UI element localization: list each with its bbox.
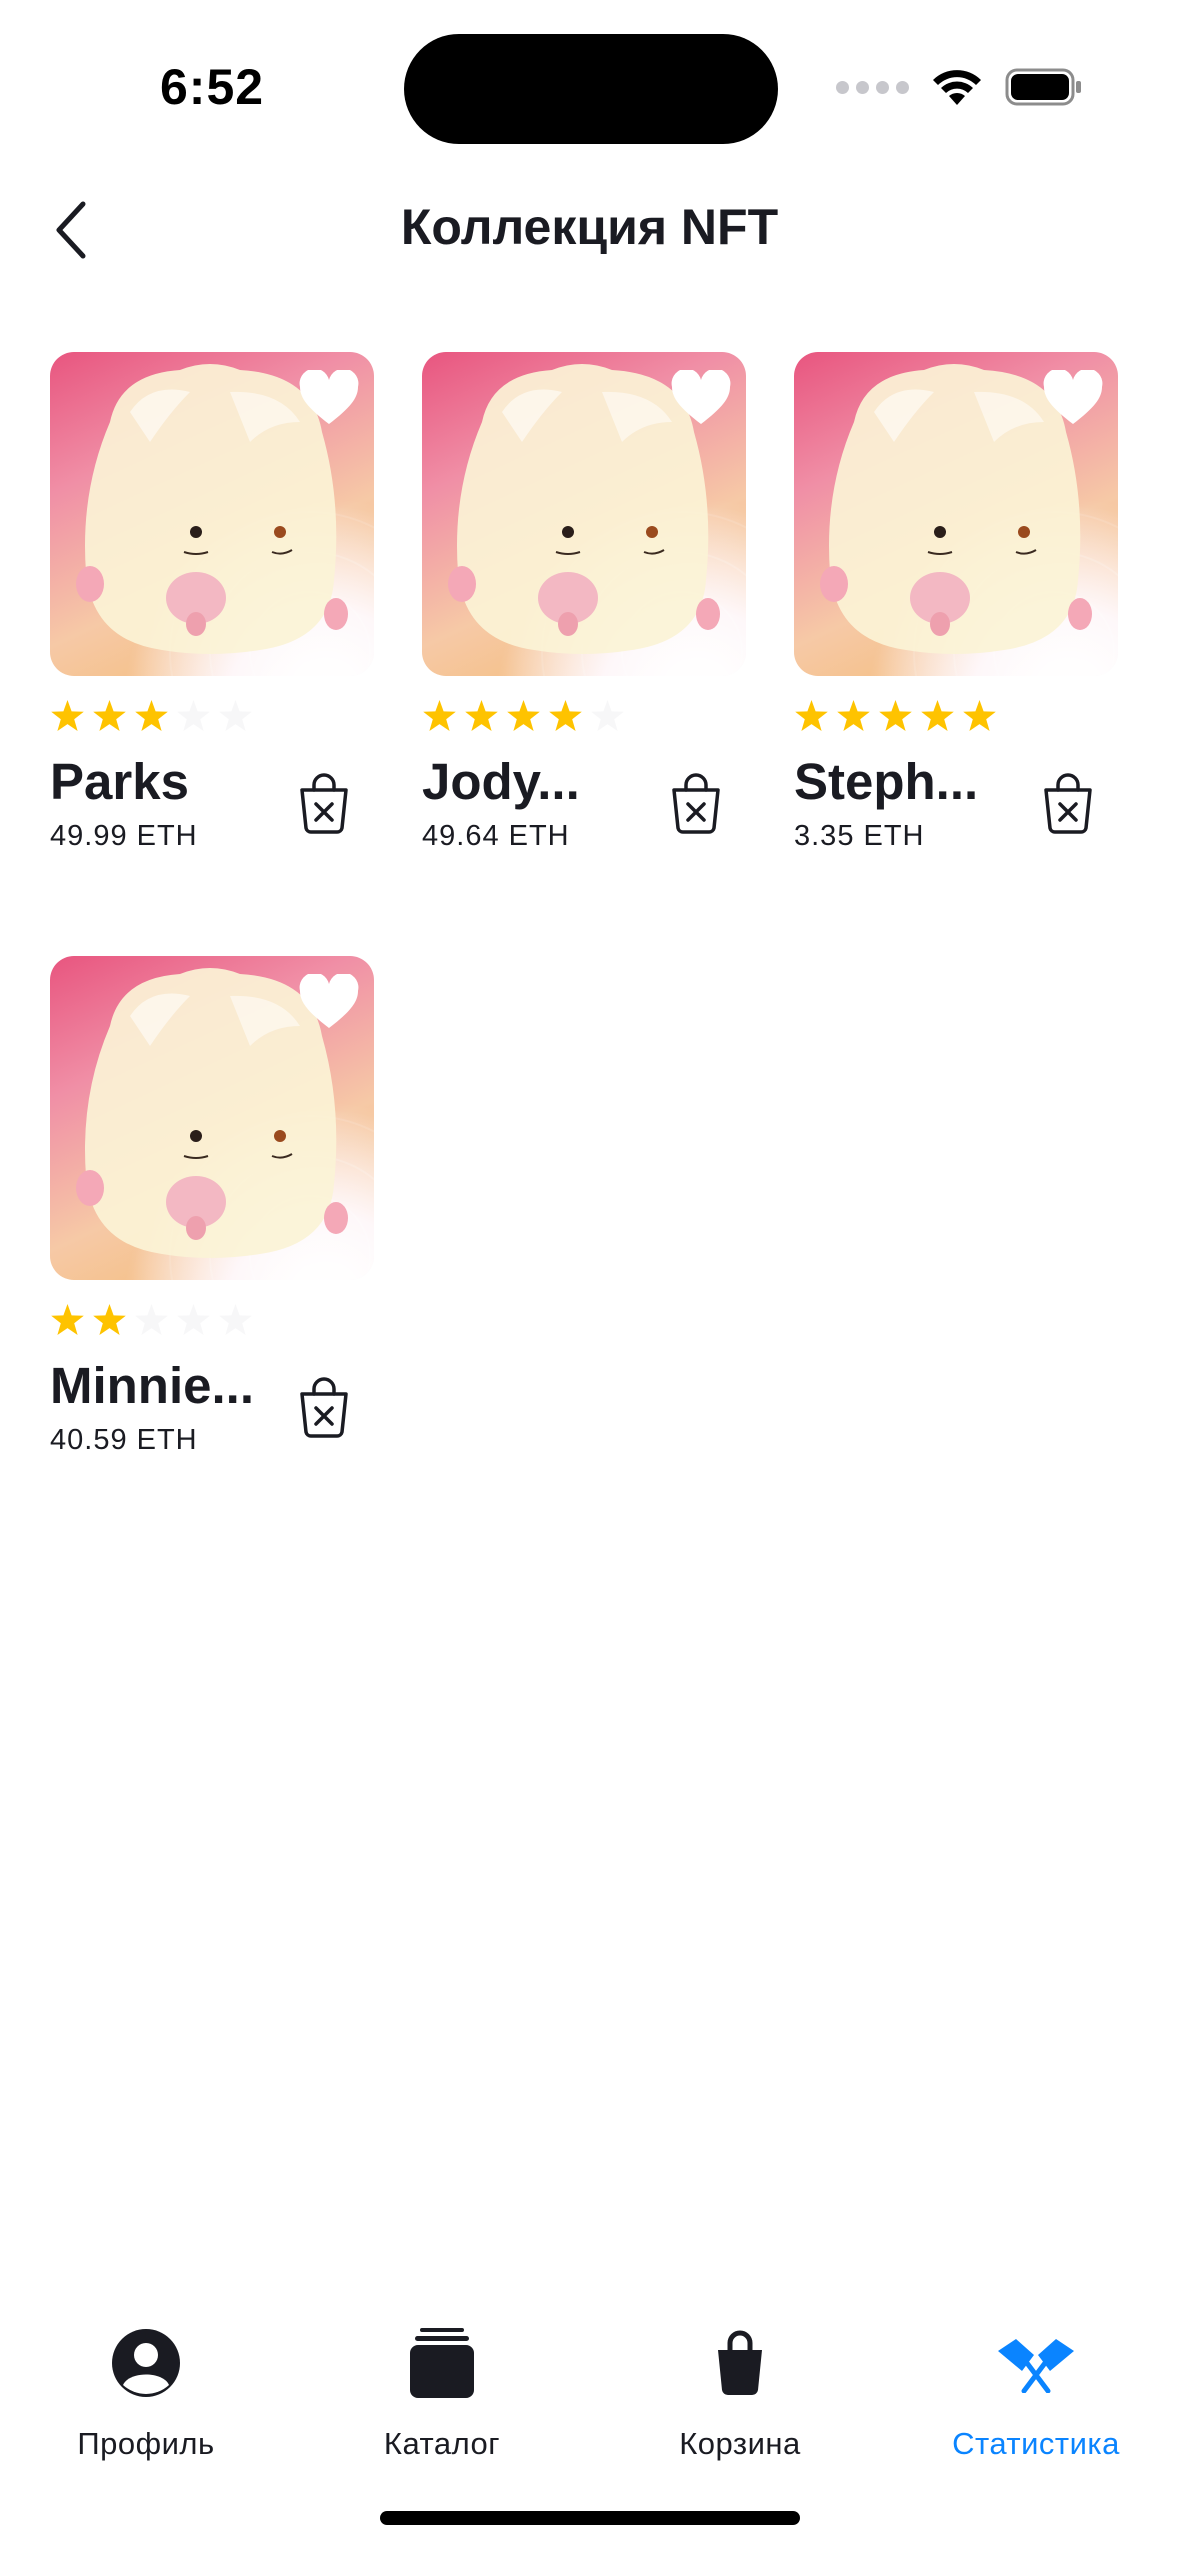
nft-name: Minnie... <box>50 1357 254 1414</box>
star-filled-icon <box>93 699 126 731</box>
rating-stars <box>50 698 380 734</box>
star-filled-icon <box>51 1303 84 1335</box>
tab-catalog-label: Каталог <box>383 2426 501 2461</box>
star-filled-icon <box>963 699 996 731</box>
nft-card[interactable]: Jody... 49.64 ETH <box>422 352 752 853</box>
rating-stars <box>422 698 752 734</box>
star-filled-icon <box>795 699 828 731</box>
star-empty-icon <box>177 1303 210 1335</box>
nft-image[interactable] <box>50 352 374 676</box>
status-indicators <box>836 64 1083 110</box>
rating-stars <box>50 1302 380 1338</box>
star-filled-icon <box>507 699 540 731</box>
nft-card[interactable]: Parks 49.99 ETH <box>50 352 380 853</box>
page-title: Коллекция NFT <box>400 199 779 255</box>
catalog-icon <box>410 2328 474 2398</box>
dynamic-island <box>404 34 778 144</box>
tab-statistics-label: Статистика <box>952 2426 1120 2461</box>
tab-profile[interactable]: Профиль <box>16 2320 276 2462</box>
profile-icon <box>112 2329 180 2397</box>
tab-cart-label: Корзина <box>679 2426 801 2461</box>
cart-remove-icon <box>300 773 348 834</box>
nft-name: Jody... <box>422 753 580 810</box>
tab-profile-label: Профиль <box>77 2426 215 2461</box>
heart-icon[interactable] <box>670 370 732 428</box>
star-empty-icon <box>219 1303 252 1335</box>
star-empty-icon <box>591 699 624 731</box>
remove-from-cart-button[interactable] <box>288 1372 360 1444</box>
star-empty-icon <box>177 699 210 731</box>
remove-from-cart-button[interactable] <box>288 768 360 840</box>
remove-from-cart-button[interactable] <box>660 768 732 840</box>
rating-stars <box>794 698 1124 734</box>
star-filled-icon <box>465 699 498 731</box>
nft-name: Steph... <box>794 753 979 810</box>
heart-icon[interactable] <box>1042 370 1104 428</box>
remove-from-cart-button[interactable] <box>1032 768 1104 840</box>
cart-remove-icon <box>672 773 720 834</box>
tab-catalog[interactable]: Каталог <box>312 2320 572 2462</box>
star-filled-icon <box>921 699 954 731</box>
status-time: 6:52 <box>160 59 265 115</box>
cellular-signal-icon <box>836 80 909 94</box>
flags-icon <box>998 2339 1074 2393</box>
nft-collection-screen: 6:52 Коллекция NFT Parks 49.99 ETH Jody.… <box>0 0 1179 2556</box>
tab-bar: Профиль Каталог Корзина Статистика <box>0 2320 1179 2470</box>
nft-image[interactable] <box>794 352 1118 676</box>
cart-remove-icon <box>300 1377 348 1438</box>
star-filled-icon <box>51 699 84 731</box>
cart-bag-icon <box>718 2330 762 2396</box>
nft-card[interactable]: Minnie... 40.59 ETH <box>50 956 380 1457</box>
nft-image[interactable] <box>422 352 746 676</box>
battery-icon <box>1005 68 1081 106</box>
heart-icon[interactable] <box>298 370 360 428</box>
star-filled-icon <box>879 699 912 731</box>
tab-statistics[interactable]: Статистика <box>906 2320 1166 2462</box>
star-empty-icon <box>135 1303 168 1335</box>
star-empty-icon <box>219 699 252 731</box>
tab-cart[interactable]: Корзина <box>610 2320 870 2462</box>
star-filled-icon <box>423 699 456 731</box>
heart-icon[interactable] <box>298 974 360 1032</box>
wifi-icon <box>933 70 981 105</box>
nft-image[interactable] <box>50 956 374 1280</box>
nft-card[interactable]: Steph... 3.35 ETH <box>794 352 1124 853</box>
star-filled-icon <box>837 699 870 731</box>
home-indicator <box>380 2511 800 2525</box>
star-filled-icon <box>135 699 168 731</box>
star-filled-icon <box>549 699 582 731</box>
star-filled-icon <box>93 1303 126 1335</box>
cart-remove-icon <box>1044 773 1092 834</box>
nft-name: Parks <box>50 753 189 810</box>
